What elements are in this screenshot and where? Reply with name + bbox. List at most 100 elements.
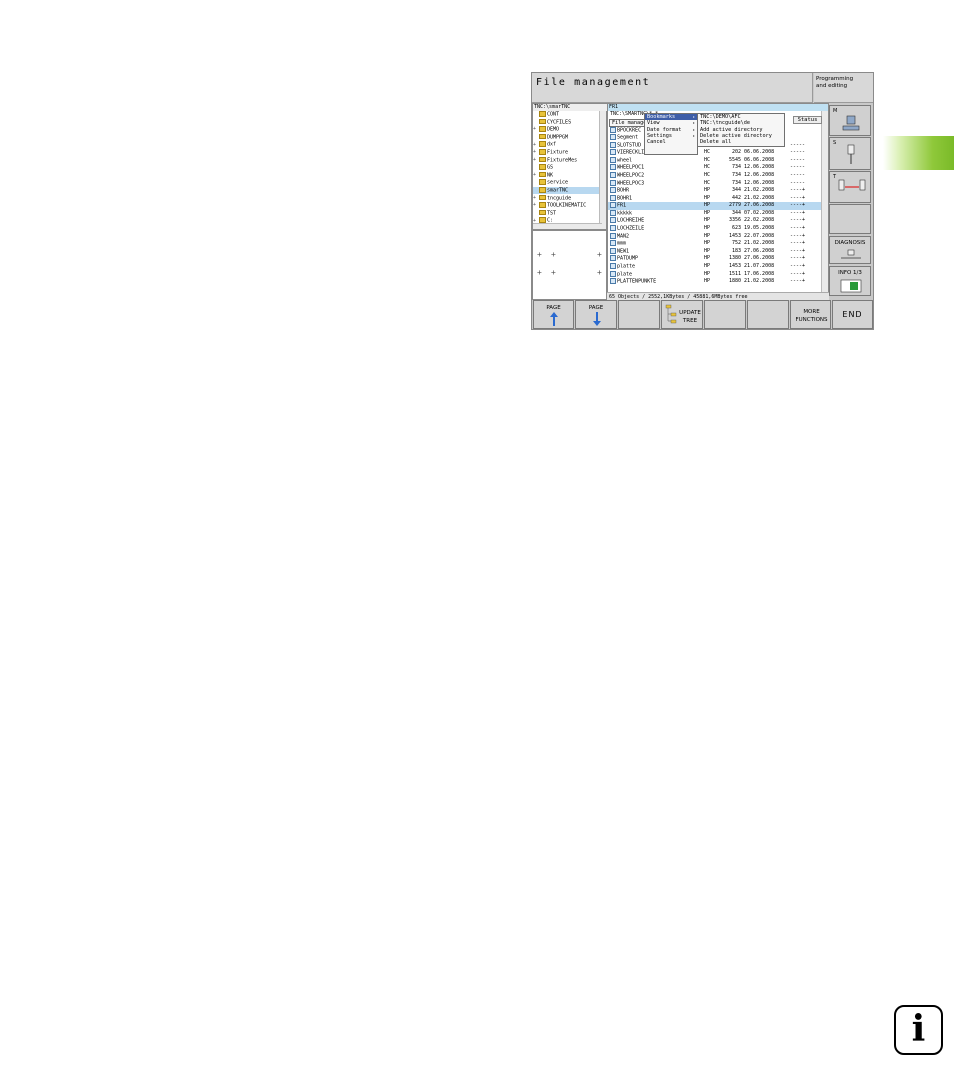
file-status: ----- [790, 171, 806, 178]
file-date: 27.06.2008 [744, 202, 775, 209]
chapter-tab [883, 136, 954, 170]
file-date: 07.02.2008 [744, 209, 775, 216]
tree-item[interactable]: GS [533, 164, 601, 171]
folder-icon [539, 133, 546, 140]
menu-item[interactable]: Cancel [645, 139, 697, 145]
directory-tree[interactable]: FR1 TNC:\smarTNC CONTCYCFILES+DEMODUMPPG… [532, 103, 607, 230]
page-up-softkey[interactable]: PAGE [533, 300, 574, 329]
file-icon [610, 247, 616, 254]
file-size: 2779 [728, 202, 741, 209]
tree-item-label: TOOLKINEMATIC [547, 202, 587, 209]
table-row[interactable]: MAN2 HP 1453 22.07.2008 ----+ [608, 232, 822, 241]
bookmarks-submenu[interactable]: TNC:\DEMO\AFC TNC:\tncguide\de Add active … [697, 113, 785, 147]
table-row[interactable]: PATDUMP HP 1380 27.06.2008 ----+ [608, 255, 822, 263]
softkey-diagnosis[interactable]: DIAGNOSIS [829, 236, 871, 264]
file-date: 27.06.2008 [744, 255, 775, 262]
tree-item[interactable]: + dxf [533, 141, 601, 148]
file-icon [610, 126, 616, 133]
file-type: HP [704, 225, 711, 232]
update-tree-softkey[interactable]: UPDATE TREE [661, 300, 703, 329]
table-row[interactable]: VIERECKLINKS HC 202 06.06.2008 ----- [608, 149, 822, 157]
status-column-header[interactable]: Status [793, 116, 822, 124]
tree-item[interactable]: + FixtureMes [533, 156, 601, 164]
file-icon [610, 240, 616, 247]
diagnosis-icon [841, 249, 861, 259]
file-type: HC [704, 156, 711, 163]
tree-item[interactable]: smarTNC [533, 187, 601, 194]
file-icon [610, 171, 616, 178]
file-type: HP [704, 217, 711, 224]
file-status: ----- [790, 156, 806, 163]
tree-item[interactable]: + Fixture [533, 149, 601, 156]
context-menu[interactable]: File management [609, 119, 659, 127]
tree-item[interactable]: + TOOLKINEMATIC [533, 202, 601, 209]
table-row[interactable]: BOHR1 HP 442 21.02.2008 ----+ [608, 194, 822, 203]
file-date: 21.02.2008 [744, 240, 775, 247]
empty-softkey[interactable] [704, 300, 746, 329]
bookmark-item[interactable]: Delete all [698, 139, 784, 145]
table-row[interactable]: platte HP 1453 21.07.2008 ----+ [608, 262, 822, 271]
page-down-softkey[interactable]: PAGE [575, 300, 617, 329]
table-row[interactable]: PLATTENPUNKTE HP 1880 21.02.2008 ----+ [608, 278, 822, 286]
file-size: 202 [731, 149, 741, 156]
table-row[interactable]: kkkkk HP 344 07.02.2008 ----+ [608, 209, 822, 218]
tree-item[interactable]: service [533, 179, 601, 186]
file-icon [610, 164, 616, 171]
file-size: 734 [731, 179, 741, 186]
tree-item-label: FixtureMes [547, 156, 578, 163]
file-type: HP [704, 232, 711, 239]
softkey-t[interactable]: T [829, 171, 871, 203]
file-size: 183 [731, 247, 741, 254]
softkey-info[interactable]: INFO 1/3 [829, 266, 871, 296]
softkey-blank[interactable] [829, 204, 871, 234]
softkey-m[interactable]: M [829, 105, 871, 136]
table-row[interactable]: LOCHREIHE HP 3356 22.02.2008 ----+ [608, 217, 822, 225]
table-row[interactable]: mmm HP 752 21.02.2008 ----+ [608, 240, 822, 248]
file-size: 5545 [728, 156, 741, 163]
tree-item[interactable]: + DEMO [533, 126, 601, 133]
file-status: ----+ [790, 187, 806, 194]
menu-item-file-management[interactable]: File management [610, 120, 659, 126]
tree-item-label: TST [547, 210, 557, 217]
file-date: 12.06.2008 [744, 164, 775, 171]
file-date: 21.02.2008 [744, 194, 775, 201]
more-functions-softkey[interactable]: MORE FUNCTIONS [790, 300, 831, 329]
tree-item[interactable]: + NK [533, 171, 601, 179]
table-row[interactable]: FR1 HP 2779 27.06.2008 ----+ [608, 202, 822, 210]
crosshair-icon: + [597, 268, 602, 277]
tree-item[interactable]: DUMPPGM [533, 133, 601, 141]
tree-vertical-scrollbar[interactable] [599, 111, 606, 229]
tree-item[interactable]: + tncguide [533, 194, 601, 202]
table-row[interactable]: wheel HC 5545 06.06.2008 ----- [608, 156, 822, 165]
tree-item-label: CYCFILES [547, 118, 572, 125]
table-row[interactable]: LOCHZEILE HP 623 19.05.2008 ----+ [608, 225, 822, 233]
file-submenu[interactable]: Bookmarks ▸ View ▸ Date format ▸ Settings ▸ Canc… [644, 113, 698, 155]
file-type: HP [704, 262, 711, 269]
file-status: ----+ [790, 202, 806, 209]
end-softkey[interactable]: END [832, 300, 873, 329]
softkey-s[interactable]: S [829, 137, 871, 170]
file-status: ----- [790, 179, 806, 186]
tree-horizontal-scrollbar[interactable] [533, 223, 602, 229]
folder-icon [539, 194, 546, 201]
file-icon [610, 134, 616, 141]
file-icon [610, 232, 616, 239]
file-size: 1453 [728, 232, 741, 239]
file-type: HP [704, 194, 711, 201]
empty-softkey[interactable] [618, 300, 660, 329]
table-row[interactable]: WHEELPOC3 HC 734 12.06.2008 ----- [608, 179, 822, 188]
table-row[interactable]: plate HP 1511 17.06.2008 ----+ [608, 270, 822, 279]
arrow-up-icon [550, 312, 558, 326]
files-vertical-scrollbar[interactable] [821, 111, 828, 293]
file-icon [610, 209, 616, 216]
tree-item[interactable]: CONT [533, 111, 601, 118]
folder-icon [539, 141, 546, 147]
tree-item[interactable]: CYCFILES [533, 118, 601, 126]
table-row[interactable]: BOHR HP 344 21.02.2008 ----+ [608, 187, 822, 195]
table-row[interactable]: WHEELPOC1 HC 734 12.06.2008 ----- [608, 164, 822, 172]
table-row[interactable]: NEW1 HP 183 27.06.2008 ----+ [608, 247, 822, 256]
file-size: 344 [731, 209, 741, 216]
tree-item[interactable]: TST [533, 209, 601, 217]
empty-softkey[interactable] [747, 300, 789, 329]
table-row[interactable]: WHEELPOC2 HC 734 12.06.2008 ----- [608, 171, 822, 180]
